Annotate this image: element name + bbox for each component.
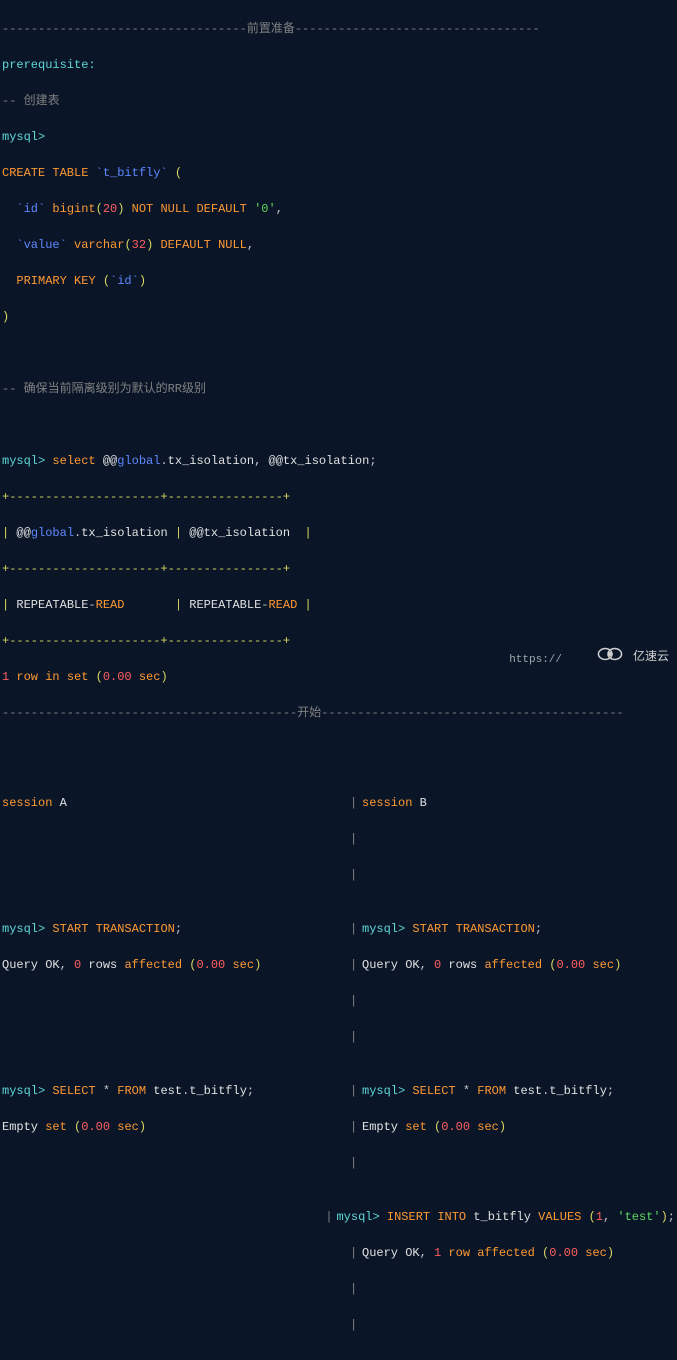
- watermark-text: 亿速云: [633, 648, 669, 666]
- close-paren: ): [2, 308, 675, 326]
- create-comment: -- 创建表: [2, 92, 675, 110]
- col-id: `id` bigint(20) NOT NULL DEFAULT '0',: [2, 200, 675, 218]
- row-blank-6: |: [2, 1280, 675, 1298]
- blank-1: [2, 344, 675, 362]
- row-b-insert: | mysql> INSERT INTO t_bitfly VALUES (1,…: [2, 1208, 675, 1226]
- iso-border-bot: +---------------------+----------------+: [2, 632, 675, 650]
- row-blank-3: |: [2, 992, 675, 1010]
- iso-header-row: | @@global.tx_isolation | @@tx_isolation…: [2, 524, 675, 542]
- cloud-icon: [593, 644, 627, 670]
- url-fragment: https://: [509, 652, 562, 669]
- watermark: 亿速云: [593, 644, 669, 670]
- col-value: `value` varchar(32) DEFAULT NULL,: [2, 236, 675, 254]
- row-blank-1: |: [2, 830, 675, 848]
- terminal: ----------------------------------前置准备--…: [0, 0, 677, 1360]
- row-blank-4: |: [2, 1028, 675, 1046]
- header-divider: ----------------------------------前置准备--…: [2, 20, 675, 38]
- session-labels: session A | session B: [2, 794, 675, 812]
- row-select1: mysql> SELECT * FROM test.t_bitfly; | my…: [2, 1082, 675, 1100]
- blank-2: [2, 416, 675, 434]
- row-blank-5: |: [2, 1154, 675, 1172]
- row-blank-2: |: [2, 866, 675, 884]
- pk: PRIMARY KEY (`id`): [2, 272, 675, 290]
- start-divider: ----------------------------------------…: [2, 704, 675, 722]
- row-start: mysql> START TRANSACTION; | mysql> START…: [2, 920, 675, 938]
- iso-border-mid: +---------------------+----------------+: [2, 560, 675, 578]
- rr-comment: -- 确保当前隔离级别为默认的RR级别: [2, 380, 675, 398]
- blank-3: [2, 740, 675, 758]
- row-b-insert-ok: | Query OK, 1 row affected (0.00 sec): [2, 1244, 675, 1262]
- prompt-1: mysql>: [2, 128, 675, 146]
- row-blank-7: |: [2, 1316, 675, 1334]
- row-empty1: Empty set (0.00 sec) | Empty set (0.00 s…: [2, 1118, 675, 1136]
- iso-border-top: +---------------------+----------------+: [2, 488, 675, 506]
- iso-data-row: | REPEATABLE-READ | REPEATABLE-READ |: [2, 596, 675, 614]
- prereq-label: prerequisite:: [2, 56, 675, 74]
- row-start-ok: Query OK, 0 rows affected (0.00 sec) | Q…: [2, 956, 675, 974]
- iso-query: mysql> select @@global.tx_isolation, @@t…: [2, 452, 675, 470]
- iso-result: 1 row in set (0.00 sec): [2, 668, 675, 686]
- create-table: CREATE TABLE `t_bitfly` (: [2, 164, 675, 182]
